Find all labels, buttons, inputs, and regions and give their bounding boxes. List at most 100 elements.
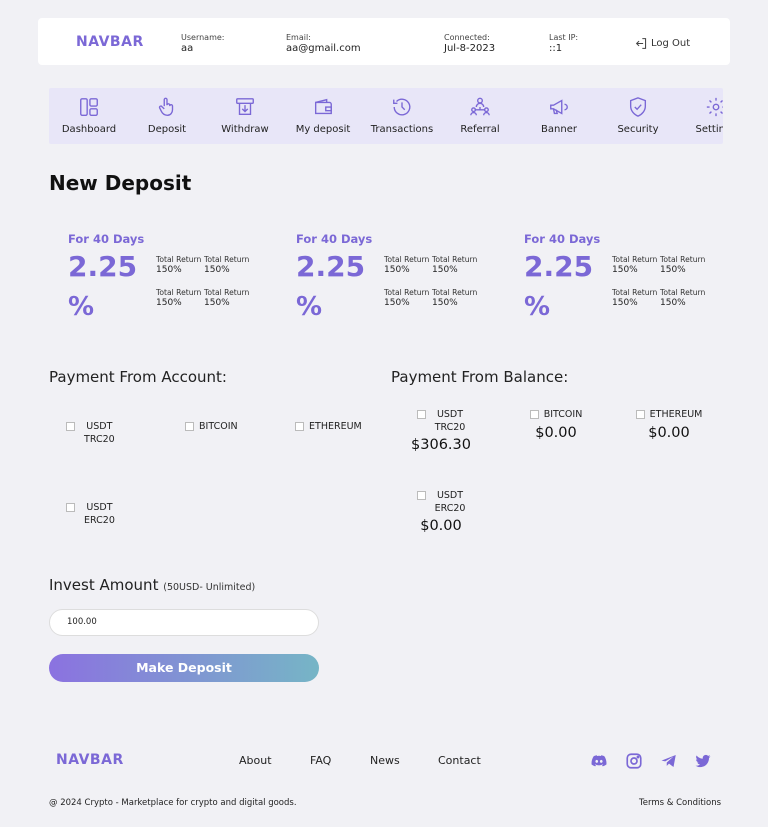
- coin-image-icon: [295, 422, 304, 431]
- coin-balance: $0.00: [420, 518, 462, 534]
- dashboard-icon: [80, 98, 98, 116]
- footer-brand-logo[interactable]: NAVBAR: [56, 752, 124, 768]
- coin-image-icon: [416, 491, 426, 500]
- account-coin-usdt-trc20[interactable]: USDT TRC20: [66, 420, 115, 446]
- nav-label-banner: Banner: [541, 124, 577, 135]
- coin-name: BITCOIN: [543, 409, 583, 420]
- nav-item-withdraw[interactable]: Withdraw: [206, 88, 284, 144]
- last-ip-info: Last IP: ::1: [549, 32, 578, 54]
- footer-link-about[interactable]: About: [239, 754, 272, 767]
- coin-image-icon: [416, 410, 426, 419]
- logout-button[interactable]: Log Out: [635, 37, 690, 50]
- plan-card[interactable]: For 40 Days 2.25 % Total Return 150% Tota…: [296, 232, 506, 332]
- coin-name: USDT: [436, 409, 464, 420]
- main-nav: Dashboard Deposit Withdraw My deposit Tr…: [49, 88, 723, 144]
- plan-days: For 40 Days: [524, 232, 601, 246]
- balance-coin-ethereum[interactable]: ETHEREUM $0.00: [632, 408, 706, 441]
- telegram-icon[interactable]: [660, 752, 678, 770]
- payment-account-title: Payment From Account:: [49, 368, 227, 386]
- plan-percent-sign: %: [524, 292, 551, 322]
- coin-name: USDT: [436, 490, 464, 501]
- nav-label-referral: Referral: [460, 124, 500, 135]
- plan-total-return: Total Return 150%: [612, 288, 658, 308]
- coin-network: ERC20: [434, 503, 466, 514]
- plan-total-return: Total Return 150%: [204, 288, 250, 308]
- plan-total-return: Total Return 150%: [156, 255, 202, 275]
- footer-link-faq[interactable]: FAQ: [310, 754, 331, 767]
- header-brand-logo[interactable]: NAVBAR: [76, 34, 144, 50]
- footer-link-contact[interactable]: Contact: [438, 754, 481, 767]
- invest-amount-input[interactable]: 100.00: [49, 609, 319, 636]
- plan-total-return: Total Return 150%: [204, 255, 250, 275]
- plan-rate: 2.25: [68, 250, 138, 283]
- nav-label-my-deposit: My deposit: [295, 124, 351, 135]
- footer-link-news[interactable]: News: [370, 754, 400, 767]
- invest-label-text: Invest Amount: [49, 576, 159, 594]
- coin-image-icon: [66, 503, 75, 512]
- wallet-icon: [314, 98, 332, 115]
- hand-pointer-icon: [158, 97, 174, 116]
- coin-name: USDT: [86, 502, 113, 513]
- logout-icon: [635, 38, 647, 49]
- nav-item-my-deposit[interactable]: My deposit: [284, 88, 362, 144]
- balance-coin-usdt-trc20[interactable]: USDT TRC20 $306.30: [405, 408, 477, 453]
- coin-balance: $0.00: [535, 425, 577, 441]
- email-label: Email:: [286, 33, 311, 42]
- nav-item-settings[interactable]: Settings: [677, 88, 723, 144]
- coin-image-icon: [635, 410, 645, 419]
- account-coin-usdt-erc20[interactable]: USDT ERC20: [66, 501, 115, 527]
- copyright-text: @ 2024 Crypto - Marketplace for crypto a…: [49, 798, 297, 808]
- account-coin-ethereum[interactable]: ETHEREUM: [295, 420, 362, 433]
- coin-image-icon: [66, 422, 75, 431]
- coin-balance: $0.00: [648, 425, 690, 441]
- plan-total-return: Total Return 150%: [156, 288, 202, 308]
- nav-item-security[interactable]: Security: [599, 88, 677, 144]
- plan-card[interactable]: For 40 Days 2.25 % Total Return 150% Tota…: [68, 232, 278, 332]
- nav-label-withdraw: Withdraw: [221, 124, 269, 135]
- nav-item-deposit[interactable]: Deposit: [128, 88, 206, 144]
- plan-percent-sign: %: [68, 292, 95, 322]
- last-ip-value: ::1: [549, 43, 563, 54]
- plan-total-return: Total Return 150%: [612, 255, 658, 275]
- discord-icon[interactable]: [590, 752, 608, 770]
- nav-label-security: Security: [617, 124, 659, 135]
- gear-icon: [706, 97, 723, 117]
- megaphone-icon: [550, 99, 568, 115]
- logout-label: Log Out: [651, 38, 691, 49]
- account-coin-bitcoin[interactable]: BITCOIN: [185, 420, 238, 433]
- nav-item-dashboard[interactable]: Dashboard: [50, 88, 128, 144]
- invest-range: (50USD- Unlimited): [163, 582, 256, 593]
- coin-name: BITCOIN: [199, 421, 238, 432]
- twitter-icon[interactable]: [694, 752, 712, 770]
- coin-image-icon: [185, 422, 194, 431]
- nav-item-banner[interactable]: Banner: [520, 88, 598, 144]
- coin-name: ETHEREUM: [309, 421, 362, 432]
- coin-network: TRC20: [434, 422, 466, 433]
- connected-label: Connected:: [444, 33, 490, 42]
- nav-item-transactions[interactable]: Transactions: [363, 88, 441, 144]
- invest-amount-label: Invest Amount (50USD- Unlimited): [49, 576, 255, 594]
- plan-days: For 40 Days: [296, 232, 373, 246]
- coin-name: USDT: [86, 421, 113, 432]
- instagram-icon[interactable]: [625, 752, 643, 770]
- email-value: aa@gmail.com: [286, 43, 361, 54]
- balance-coin-usdt-erc20[interactable]: USDT ERC20 $0.00: [405, 489, 477, 534]
- coin-name: ETHEREUM: [649, 409, 703, 420]
- coin-network: TRC20: [84, 434, 115, 445]
- connected-value: Jul-8-2023: [444, 43, 496, 54]
- nav-label-dashboard: Dashboard: [61, 124, 117, 135]
- coin-image-icon: [529, 410, 539, 419]
- nav-label-transactions: Transactions: [370, 124, 434, 135]
- referral-icon: [470, 97, 490, 116]
- username-value: aa: [181, 43, 194, 54]
- email-info: Email: aa@gmail.com: [286, 32, 361, 54]
- nav-item-referral[interactable]: Referral: [441, 88, 519, 144]
- plan-total-return: Total Return 150%: [660, 288, 706, 308]
- plan-card[interactable]: For 40 Days 2.25 % Total Return 150% Tota…: [524, 232, 734, 332]
- balance-coin-bitcoin[interactable]: BITCOIN $0.00: [522, 408, 590, 441]
- payment-balance-title: Payment From Balance:: [391, 368, 569, 386]
- terms-link[interactable]: Terms & Conditions: [639, 798, 721, 808]
- make-deposit-button[interactable]: Make Deposit: [49, 654, 319, 682]
- shield-icon: [629, 97, 647, 117]
- coin-network: ERC20: [84, 515, 115, 526]
